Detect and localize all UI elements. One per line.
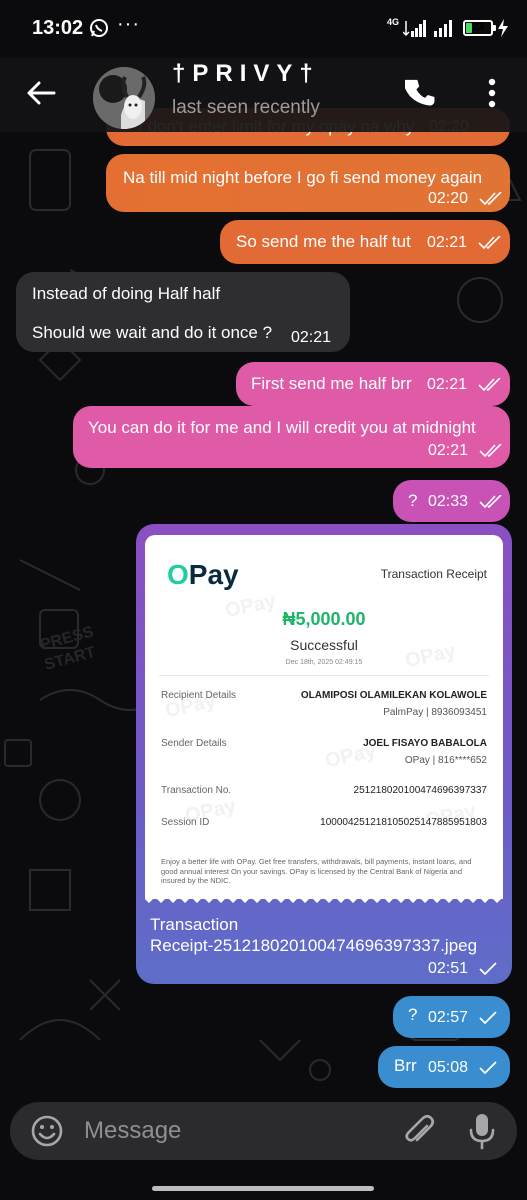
receipt-divider	[159, 675, 489, 676]
receipt-edge	[145, 893, 503, 903]
message-text-line: Should we wait and do it once ?	[32, 323, 273, 342]
message-time: 02:21	[427, 376, 502, 394]
message-outgoing[interactable]: You can do it for me and I will credit y…	[73, 406, 510, 468]
message-outgoing[interactable]: ? 02:57	[393, 996, 510, 1038]
message-outgoing[interactable]: First send me half brr 02:21	[236, 362, 510, 406]
message-text: ?	[408, 1005, 418, 1024]
message-time: 02:21	[291, 329, 332, 346]
mic-icon[interactable]	[466, 1112, 498, 1150]
message-text: ?	[408, 491, 418, 510]
caption-line: Receipt-251218020100474696397337.jpeg	[150, 936, 478, 955]
message-time: 02:33	[428, 493, 503, 511]
receipt-image[interactable]: OPay OPay OPay OPay OPay OPay OPay Trans…	[145, 535, 503, 899]
session-id-label: Session ID	[161, 817, 210, 828]
sender-label: Sender Details	[161, 738, 227, 749]
whatsapp-icon	[90, 19, 108, 37]
recipient-bank: PalmPay | 8936093451	[383, 707, 487, 718]
check-icon	[478, 1061, 497, 1075]
double-check-icon	[477, 377, 501, 391]
message-text-line: Instead of doing Half half	[32, 284, 221, 303]
receipt-date: Dec 18th, 2025 02:49:15	[285, 659, 363, 666]
receipt-amount: ₦5,000.00	[282, 609, 366, 629]
message-outgoing[interactable]: Na till mid night before I go fi send mo…	[106, 154, 510, 212]
caption-line: Transaction	[150, 915, 239, 934]
status-time: 13:02	[32, 17, 84, 39]
signal-icon	[434, 20, 452, 37]
transaction-number-label: Transaction No.	[161, 785, 232, 796]
message-input[interactable]	[84, 1111, 324, 1151]
phone-icon[interactable]	[405, 77, 437, 109]
double-check-icon	[477, 235, 501, 249]
back-arrow-icon[interactable]	[24, 76, 58, 110]
recipient-label: Recipient Details	[161, 690, 237, 701]
message-outgoing[interactable]: ? 02:33	[393, 480, 510, 522]
receipt-title: Transaction Receipt	[380, 567, 487, 581]
receipt-status: Successful	[290, 637, 358, 653]
message-time: 02:51	[428, 960, 497, 978]
session-id: 100004251218105025147885951803	[320, 817, 487, 828]
contact-status: last seen recently	[172, 97, 320, 118]
double-check-icon	[478, 443, 502, 457]
receipt-footer: Enjoy a better life with OPay. Get free …	[161, 857, 472, 885]
double-check-icon	[478, 494, 502, 508]
opay-logo: OPay	[167, 559, 239, 590]
paperclip-icon[interactable]	[400, 1112, 438, 1150]
battery-icon: 23	[463, 20, 496, 36]
recipient-name: OLAMIPOSI OLAMILEKAN KOLAWOLE	[300, 690, 487, 701]
emoji-icon[interactable]	[30, 1114, 64, 1148]
message-text: First send me half brr	[251, 374, 412, 393]
message-time: 02:57	[428, 1009, 497, 1027]
status-icons: 4G 23	[387, 16, 509, 40]
chat-header: †PRIVY† last seen recently	[0, 58, 527, 132]
message-time: 02:20	[428, 190, 503, 208]
transaction-number: 251218020100474696397337	[353, 785, 487, 796]
check-icon	[478, 1011, 497, 1025]
message-time: 02:21	[428, 442, 503, 460]
media-caption: Transaction Receipt-25121802010047469639…	[150, 914, 477, 956]
status-bar: 13:02 ··· 4G 23	[0, 0, 527, 58]
home-indicator[interactable]	[152, 1186, 374, 1191]
message-list[interactable]: I don't enter limit for my opay na why 0…	[0, 0, 527, 1200]
charging-icon	[498, 19, 508, 37]
message-text: Brr	[394, 1056, 417, 1075]
sender-bank: OPay | 816****652	[404, 755, 487, 766]
message-text: You can do it for me and I will credit y…	[88, 418, 476, 437]
double-check-icon	[478, 191, 502, 205]
message-time: 02:21	[427, 234, 502, 252]
signal-icon	[403, 20, 426, 37]
more-vert-icon[interactable]	[476, 76, 508, 110]
contact-name[interactable]: †PRIVY†	[172, 60, 320, 88]
battery-level: 23	[471, 21, 485, 33]
sender-name: JOEL FISAYO BABALOLA	[363, 738, 487, 749]
status-overflow: ···	[117, 13, 140, 35]
check-icon	[478, 962, 497, 976]
avatar[interactable]	[93, 67, 155, 129]
message-outgoing[interactable]: So send me the half tut 02:21	[220, 220, 510, 264]
message-incoming[interactable]: Instead of doing Half half Should we wai…	[16, 272, 350, 352]
message-outgoing[interactable]: Brr 05:08	[378, 1046, 510, 1088]
network-type: 4G	[386, 16, 399, 27]
message-time: 05:08	[428, 1059, 497, 1077]
message-composer	[10, 1102, 517, 1160]
message-text: So send me the half tut	[236, 232, 411, 251]
message-text: Na till mid night before I go fi send mo…	[123, 168, 483, 187]
